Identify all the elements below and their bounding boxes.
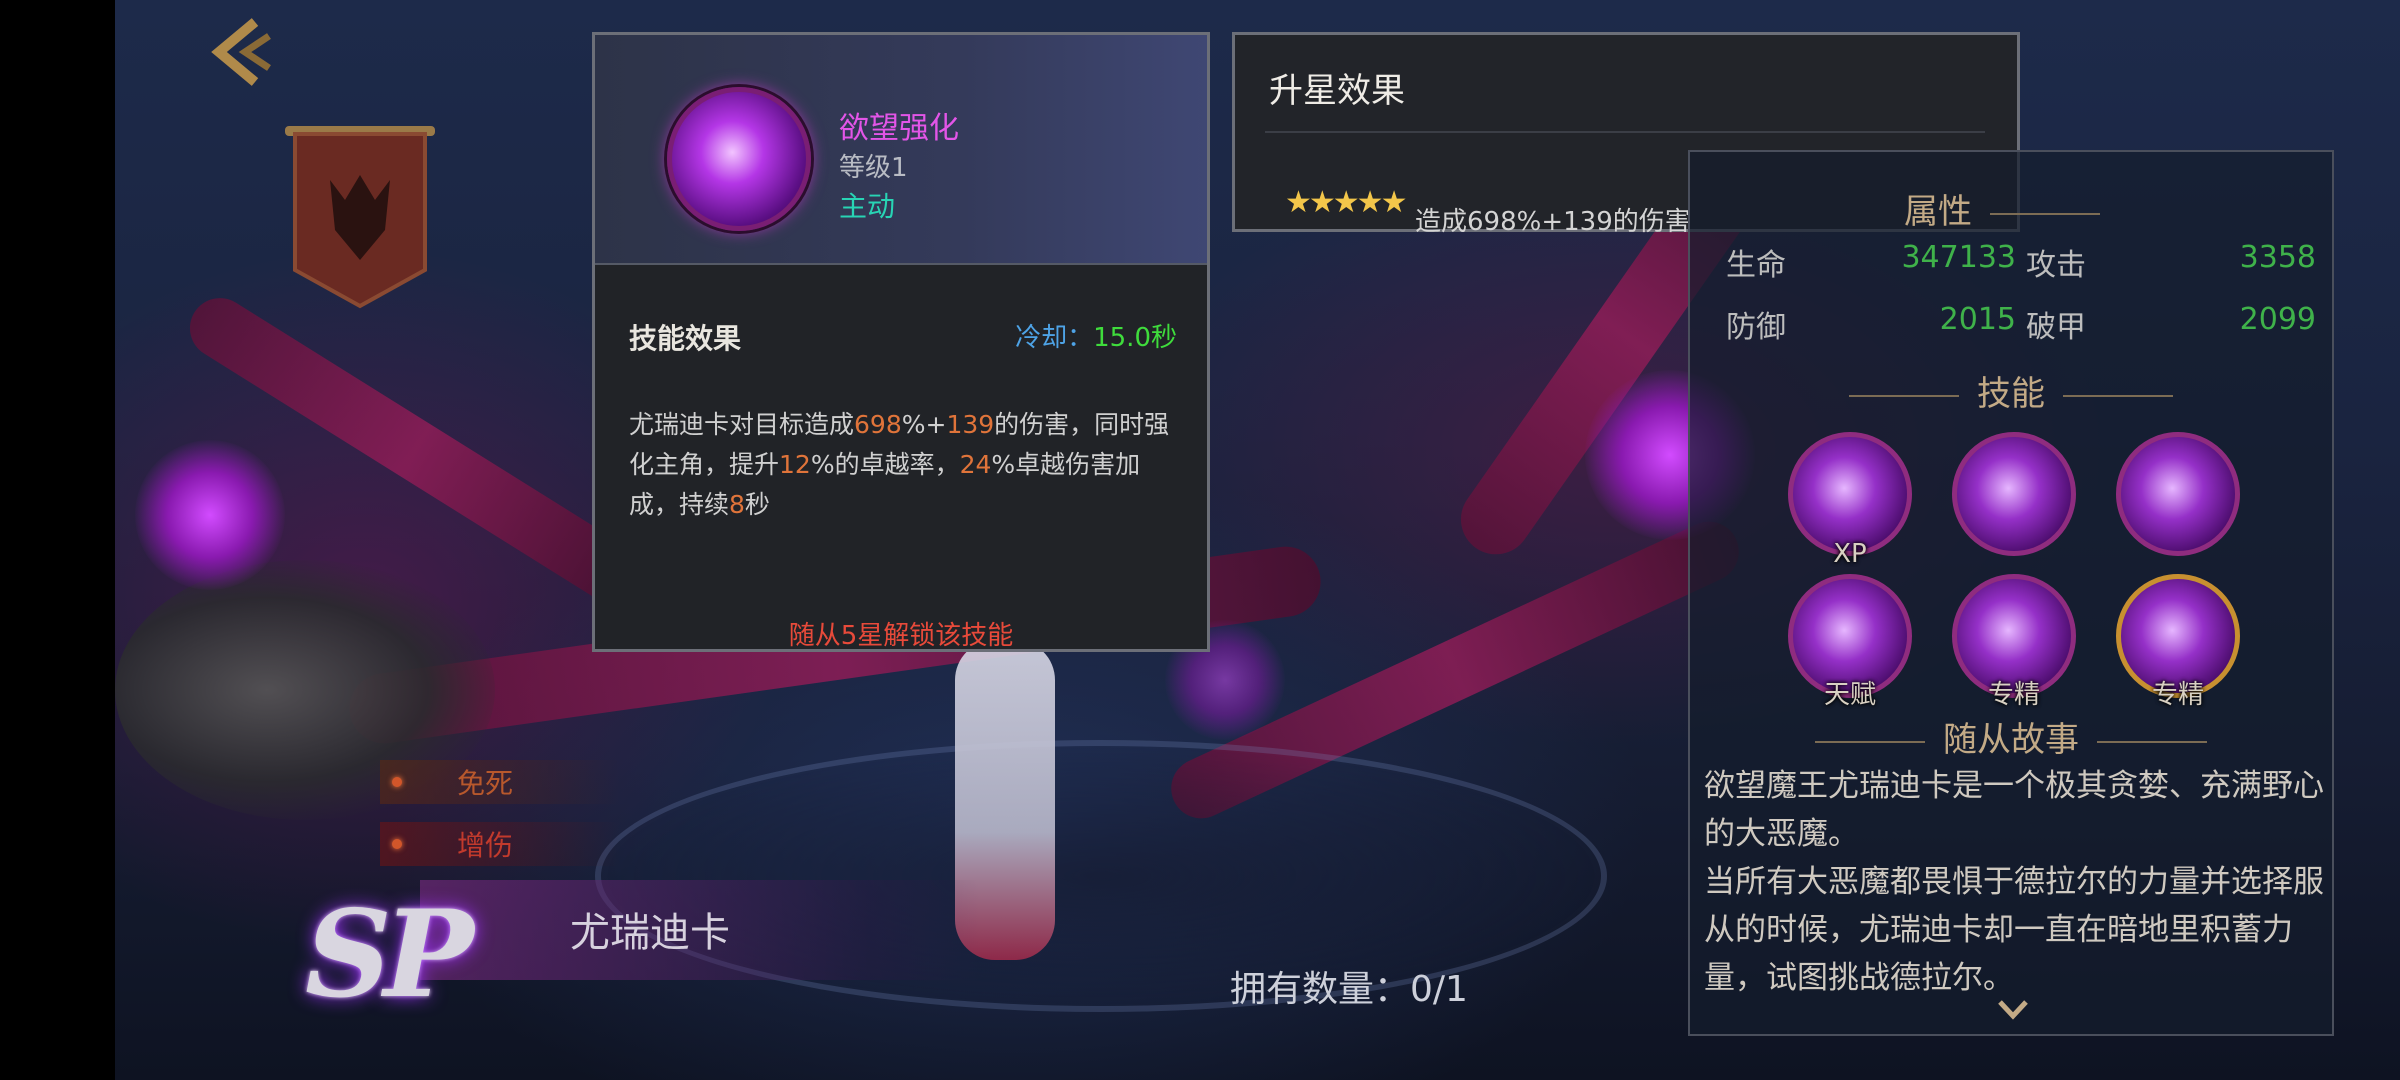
- divider: [2097, 740, 2207, 743]
- skill-desire-icon[interactable]: [2116, 432, 2240, 556]
- story-paragraph: 欲望魔王尤瑞迪卡是一个极其贪婪、充满野心的大恶魔。: [1704, 768, 2324, 852]
- skill-talent-icon[interactable]: 天赋: [1788, 574, 1912, 710]
- buff-tag: 增伤: [380, 822, 620, 866]
- tag-label: 免死: [457, 767, 514, 800]
- skill-level: 等级1: [839, 153, 908, 183]
- divider: [1990, 212, 2100, 215]
- effect-title: 技能效果: [629, 322, 742, 355]
- skill-mastery-icon[interactable]: 专精: [2116, 574, 2240, 710]
- divider: [2063, 394, 2173, 397]
- desc-text: 尤瑞迪卡对目标造成: [629, 410, 855, 439]
- divider: [1849, 394, 1959, 397]
- cooldown-value: 15.0秒: [1093, 323, 1177, 353]
- star-effect-desc: 造成698%+139的伤害: [1415, 207, 1691, 237]
- magic-orb: [135, 440, 285, 590]
- divider: [1815, 740, 1925, 743]
- attr-value: 3358: [2239, 240, 2316, 275]
- attr-value: 2015: [1939, 302, 2016, 337]
- tag-dot-icon: [392, 777, 402, 787]
- desc-number: 139: [946, 410, 995, 439]
- story-paragraph: 当所有大恶魔都畏惧于德拉尔的力量并选择服从的时候，尤瑞迪卡却一直在暗地里积蓄力量…: [1704, 864, 2324, 996]
- desc-text: 秒: [744, 490, 770, 519]
- cooldown-label: 冷却：: [1015, 323, 1094, 353]
- tag-dot-icon: [392, 839, 402, 849]
- skill-slash-icon[interactable]: [1952, 432, 2076, 556]
- owned-count: 拥有数量：0/1: [1230, 969, 1468, 1010]
- story-title: 随从故事: [1690, 712, 2332, 761]
- hero-info-panel[interactable]: 属性 生命 347133 攻击 3358 防御 2015 破甲 2099 技能 …: [1688, 150, 2334, 1036]
- back-arrow-icon[interactable]: [205, 12, 285, 92]
- attr-value: 347133: [1901, 240, 2016, 275]
- desc-number: 698: [854, 410, 902, 439]
- skill-type: 主动: [839, 190, 896, 223]
- attributes-title-text: 属性: [1904, 192, 1972, 232]
- attr-label: 攻击: [2026, 248, 2086, 283]
- unlock-hint: 随从5星解锁该技能: [788, 621, 1014, 651]
- skill-name: 欲望强化: [839, 111, 959, 146]
- attr-label: 生命: [1726, 248, 1786, 283]
- rank-badge: SP: [305, 884, 474, 1025]
- attribute-row: 生命 347133 攻击 3358: [1726, 240, 2316, 284]
- desc-text: %+: [901, 410, 947, 439]
- desc-number: 12: [779, 450, 811, 479]
- skill-header: 欲望强化 等级1 主动: [595, 35, 1207, 265]
- skill-mastery-icon[interactable]: 专精: [1952, 574, 2076, 710]
- attr-label: 破甲: [2026, 310, 2086, 345]
- tag-label: 增伤: [457, 829, 514, 862]
- skill-xp-icon[interactable]: XP: [1788, 432, 1912, 569]
- skill-caption: 天赋: [1823, 680, 1876, 710]
- attr-value: 2099: [2239, 302, 2316, 337]
- divider: [1265, 131, 1985, 133]
- desire-skill-icon: [667, 87, 811, 231]
- story-text: 欲望魔王尤瑞迪卡是一个极其贪婪、充满野心的大恶魔。 当所有大恶魔都畏惧于德拉尔的…: [1704, 762, 2324, 1002]
- attributes-title: 属性: [1690, 184, 2332, 233]
- chevron-down-icon[interactable]: [1996, 992, 2030, 1026]
- desc-number: 24: [959, 450, 992, 479]
- skill-caption: XP: [1833, 539, 1867, 569]
- cooldown: 冷却：15.0秒: [1015, 317, 1177, 354]
- star-effect-title: 升星效果: [1269, 71, 1405, 111]
- attribute-row: 防御 2015 破甲 2099: [1726, 302, 2316, 346]
- skills-title-text: 技能: [1977, 374, 2045, 414]
- five-star-icon: ★★★★★: [1285, 185, 1407, 220]
- skill-caption: 专精: [1987, 680, 2040, 710]
- skills-title: 技能: [1690, 366, 2332, 415]
- desc-number: 8: [729, 490, 745, 519]
- skill-detail-popup: 欲望强化 等级1 主动 技能效果 冷却：15.0秒 尤瑞迪卡对目标造成698%+…: [592, 32, 1210, 652]
- hero-name: 尤瑞迪卡: [570, 910, 730, 956]
- story-title-text: 随从故事: [1943, 720, 2079, 760]
- attr-label: 防御: [1726, 310, 1786, 345]
- buff-tag: 免死: [380, 760, 620, 804]
- faction-banner-icon: [285, 126, 435, 309]
- desc-text: %的卓越率，: [810, 450, 960, 479]
- skill-description: 尤瑞迪卡对目标造成698%+139的伤害，同时强化主角，提升12%的卓越率，24…: [629, 405, 1189, 525]
- skill-caption: 专精: [2151, 680, 2204, 710]
